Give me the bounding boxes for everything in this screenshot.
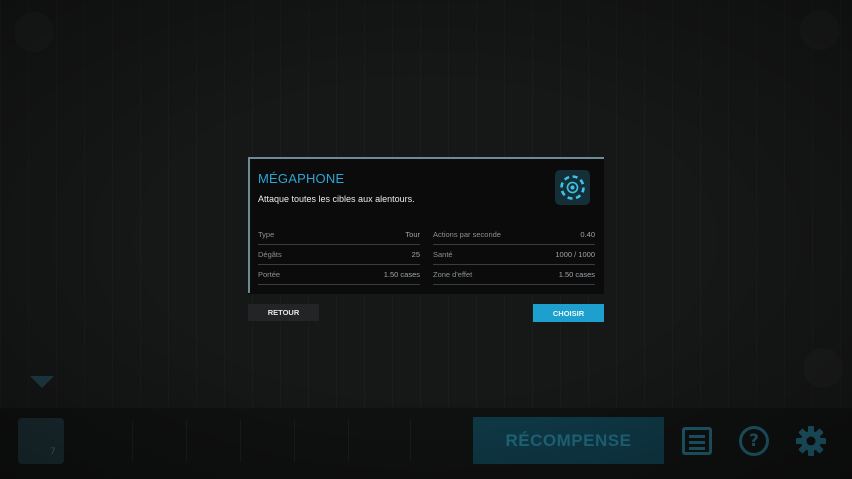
- stat-value: 1000 / 1000: [555, 250, 595, 259]
- tower-slot-count: 7: [50, 447, 56, 457]
- slot-divider: [410, 420, 411, 462]
- back-button[interactable]: RETOUR: [248, 304, 319, 321]
- slot-divider: [294, 420, 295, 462]
- slot-divider: [240, 420, 241, 462]
- choose-button[interactable]: CHOISIR: [533, 304, 604, 322]
- slot-divider: [186, 420, 187, 462]
- board-corner-marker: [14, 12, 54, 52]
- megaphone-tower-icon: [555, 170, 590, 205]
- dialog-accent-bar: [248, 157, 250, 293]
- stat-value: 25: [411, 250, 420, 259]
- stat-row-actions-per-second: Actions par seconde 0.40: [433, 225, 595, 245]
- tower-name: MÉGAPHONE: [258, 171, 345, 186]
- list-icon[interactable]: [677, 421, 717, 461]
- help-icon[interactable]: ?: [734, 421, 774, 461]
- board-corner-marker: [800, 10, 840, 50]
- stat-row-damage: Dégâts 25: [258, 245, 420, 265]
- stat-value: 1.50 cases: [558, 270, 595, 279]
- slot-divider: [132, 420, 133, 462]
- stat-label: Dégâts: [258, 250, 282, 259]
- tower-slot[interactable]: [18, 418, 64, 464]
- reward-button[interactable]: RÉCOMPENSE: [473, 417, 664, 464]
- stat-row-range: Portée 1.50 cases: [258, 265, 420, 285]
- stat-label: Zone d'effet: [433, 270, 473, 279]
- stat-value: 0.40: [580, 230, 595, 239]
- stat-value: Tour: [405, 230, 420, 239]
- stat-row-area-of-effect: Zone d'effet 1.50 cases: [433, 265, 595, 285]
- stat-label: Santé: [433, 250, 453, 259]
- board-corner-marker: [803, 348, 843, 388]
- stat-row-health: Santé 1000 / 1000: [433, 245, 595, 265]
- bottom-hud: [0, 408, 852, 479]
- stat-label: Actions par seconde: [433, 230, 501, 239]
- scroll-down-arrow-icon[interactable]: [30, 376, 54, 388]
- settings-gear-icon[interactable]: [791, 421, 831, 461]
- stat-value: 1.50 cases: [383, 270, 420, 279]
- stat-label: Type: [258, 230, 275, 239]
- tower-description: Attaque toutes les cibles aux alentours.: [258, 194, 415, 204]
- stat-row-type: Type Tour: [258, 225, 420, 245]
- stat-label: Portée: [258, 270, 281, 279]
- slot-divider: [348, 420, 349, 462]
